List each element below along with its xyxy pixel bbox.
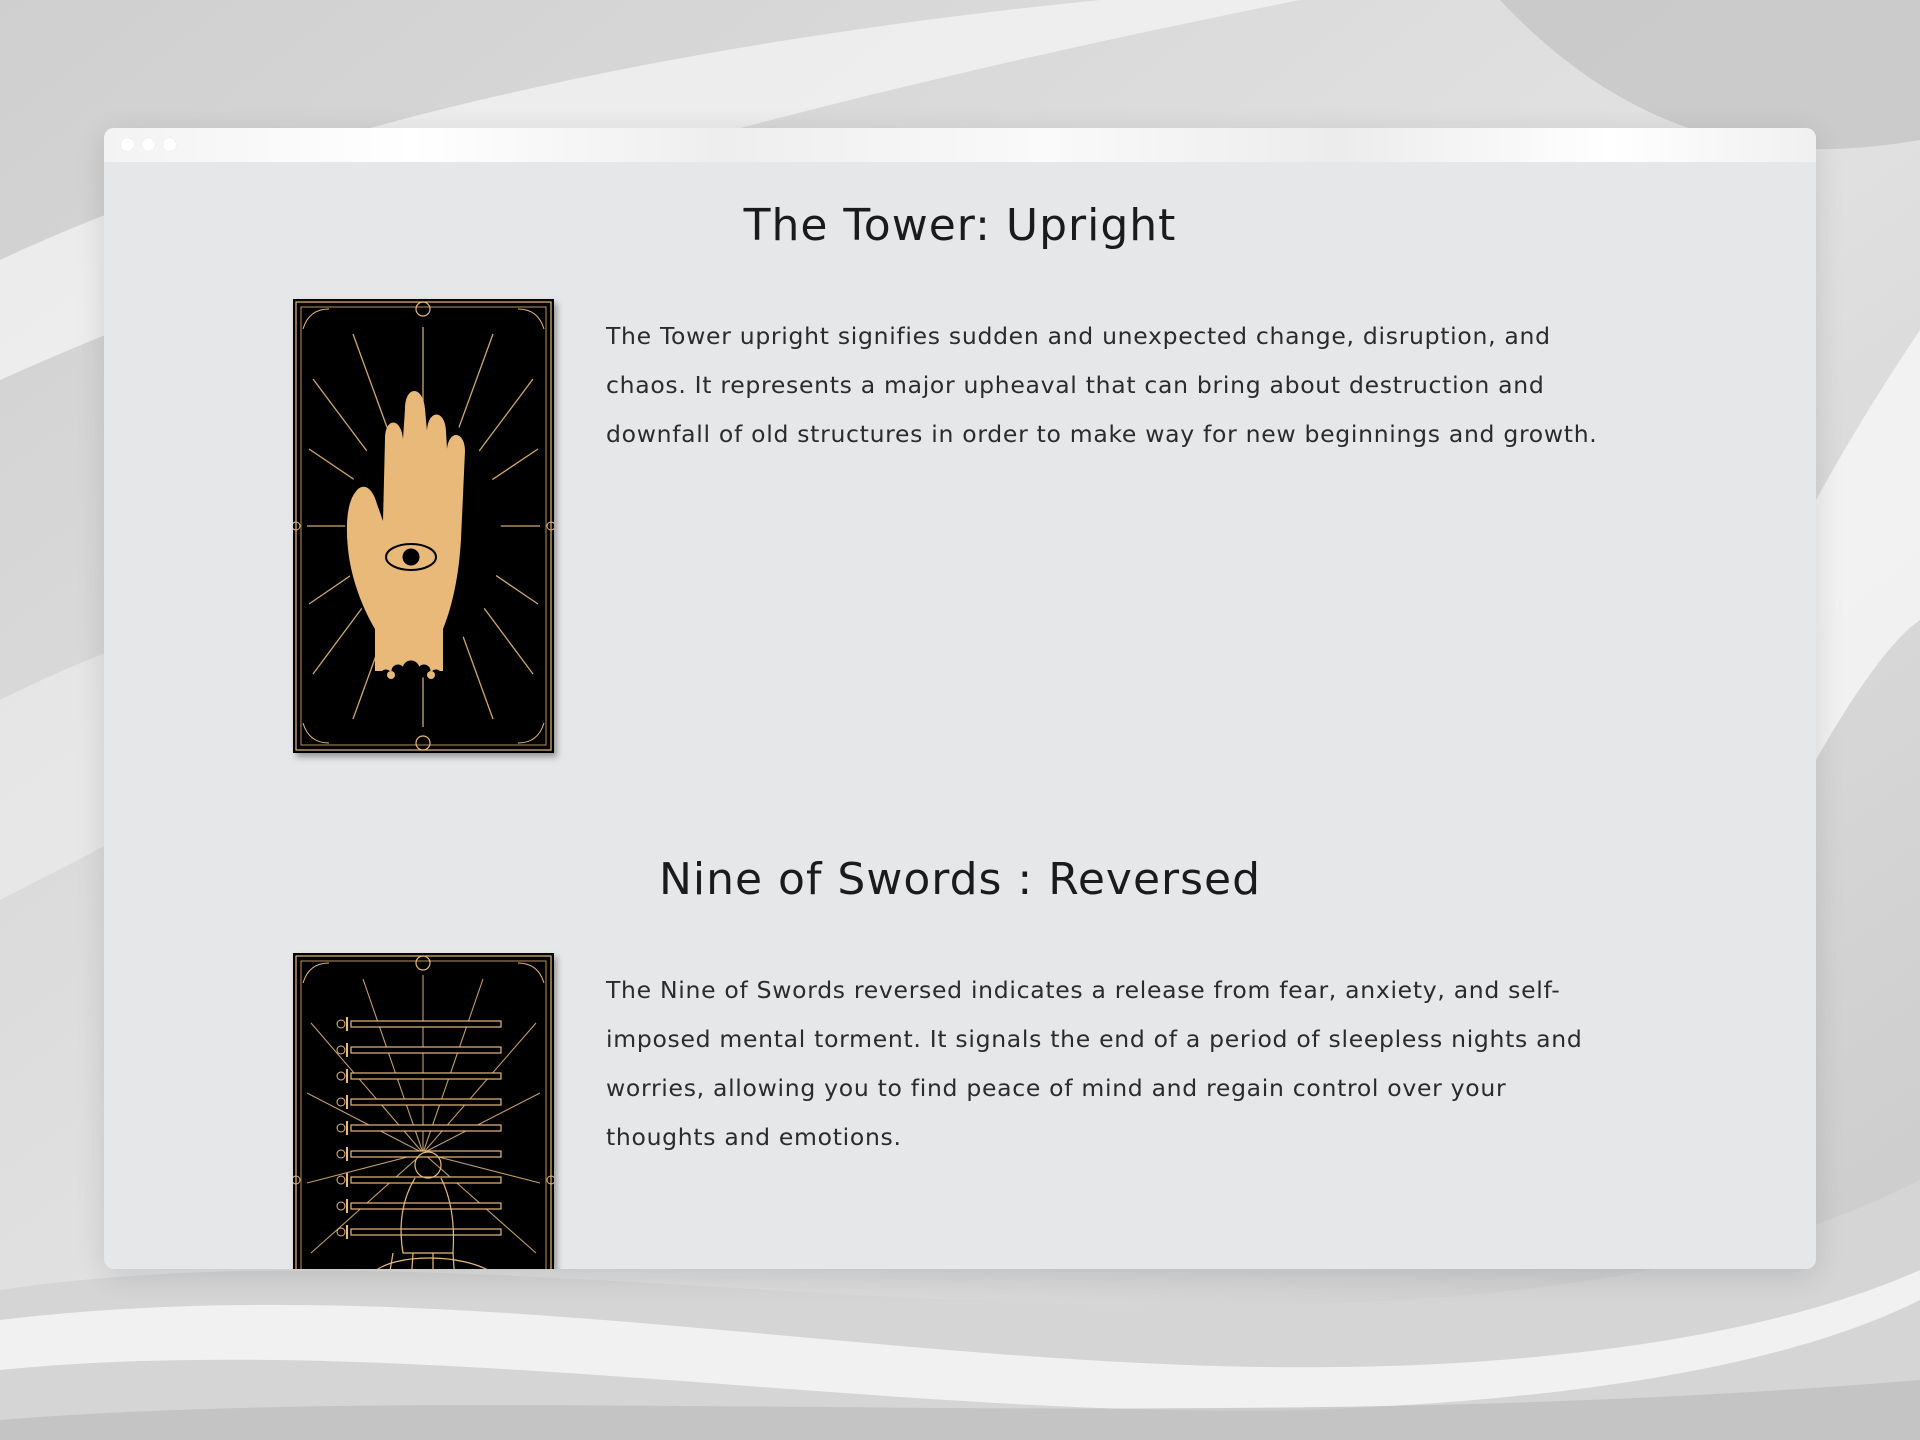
window-titlebar xyxy=(104,128,1816,162)
sword-9 xyxy=(336,1225,502,1239)
sword-4 xyxy=(336,1095,502,1109)
nine-swords-icon xyxy=(293,955,554,1269)
tarot-card-tower xyxy=(293,299,554,753)
window-dot-1[interactable] xyxy=(121,138,134,151)
tarot-card-nine-of-swords xyxy=(293,953,554,1269)
sword-8 xyxy=(336,1199,502,1213)
section-title-tower: The Tower: Upright xyxy=(743,200,1177,251)
palm-eye-icon xyxy=(293,301,554,751)
section-description-nine-of-swords: The Nine of Swords reversed indicates a … xyxy=(606,976,1583,1151)
sword-5 xyxy=(336,1121,502,1135)
window-dot-3[interactable] xyxy=(163,138,176,151)
section-title-nine-of-swords: Nine of Swords : Reversed xyxy=(658,854,1262,905)
sword-1 xyxy=(336,1017,502,1031)
sword-2 xyxy=(336,1043,502,1057)
section-description-tower: The Tower upright signifies sudden and u… xyxy=(606,322,1598,448)
window-dot-2[interactable] xyxy=(142,138,155,151)
browser-window: The Tower: Upright The Tower upright sig… xyxy=(104,128,1816,1269)
